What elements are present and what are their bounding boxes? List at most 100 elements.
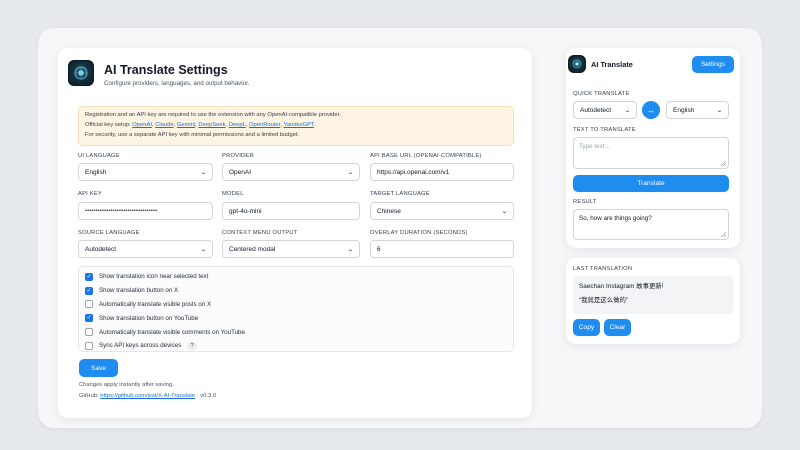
page-subtitle: Configure providers, languages, and outp…	[104, 80, 250, 87]
target-select-value: English	[673, 106, 695, 114]
api-key-notice: Registration and an API key are required…	[78, 106, 514, 146]
checkbox-checked-icon[interactable]: ✓	[85, 286, 93, 295]
option-label: Show translation button on X	[99, 287, 179, 295]
option-sync-keys[interactable]: Sync API keys across devices ?	[85, 339, 507, 353]
checkbox-unchecked-icon[interactable]	[85, 300, 93, 309]
option-auto-youtube[interactable]: Automatically translate visible comments…	[85, 325, 507, 339]
ui-language-select[interactable]: English ⌄	[78, 163, 213, 181]
help-icon[interactable]: ?	[187, 340, 198, 351]
result-text: So, how are things going?	[579, 215, 652, 222]
provider-select[interactable]: OpenAI ⌄	[222, 163, 360, 181]
api-key-value: ••••••••••••••••••••••••••••••••••	[85, 208, 158, 214]
result-label: RESULT	[573, 199, 597, 205]
resize-grip-icon[interactable]	[721, 161, 726, 166]
checkbox-unchecked-icon[interactable]	[85, 328, 93, 337]
context-menu-output-select[interactable]: Centered modal ⌄	[222, 240, 360, 258]
option-label: Show translation icon near selected text	[99, 273, 209, 281]
chevron-down-icon: ⌄	[346, 246, 355, 253]
page-title: AI Translate Settings	[104, 63, 228, 77]
quick-translate-popup: AI Translate Settings QUICK TRANSLATE Au…	[566, 48, 740, 248]
option-label: Automatically translate visible posts on…	[99, 300, 212, 308]
github-link[interactable]: https://github.com/jvst/X-AI-Translate	[100, 393, 195, 399]
link-deepseek[interactable]: DeepSeek	[198, 122, 225, 128]
link-openai[interactable]: OpenAI	[132, 122, 152, 128]
link-claude[interactable]: Claude	[155, 122, 173, 128]
chevron-down-icon: ⌄	[199, 169, 208, 176]
api-base-url-value: https://api.openai.com/v1	[377, 168, 450, 176]
link-deepl[interactable]: DeepL	[229, 122, 246, 128]
app-logo-icon	[68, 60, 94, 86]
source-language-select[interactable]: Autodetect ⌄	[573, 101, 637, 119]
checkbox-unchecked-icon[interactable]	[85, 341, 93, 350]
source-language-select[interactable]: Autodetect ⌄	[78, 240, 213, 258]
notice-links: Official key setup: OpenAI, Claude, Gemi…	[85, 122, 316, 128]
notice-line-1: Registration and an API key are required…	[85, 112, 341, 118]
target-language-select[interactable]: English ⌄	[666, 101, 729, 119]
text-to-translate-input[interactable]: Type text...	[573, 137, 729, 169]
last-line-1: Saechan Instagram 故事更新!	[579, 283, 664, 290]
clear-button[interactable]: Clear	[604, 319, 631, 336]
chevron-down-icon: ⌄	[346, 169, 355, 176]
translate-button[interactable]: Translate	[573, 175, 729, 192]
copy-button[interactable]: Copy	[573, 319, 600, 336]
source-select-value: Autodetect	[580, 106, 612, 114]
link-openrouter[interactable]: OpenRouter	[249, 122, 280, 128]
option-button-youtube[interactable]: ✓ Show translation button on YouTube	[85, 311, 507, 325]
provider-value: OpenAI	[229, 168, 252, 176]
popup-title: AI Translate	[591, 60, 633, 69]
option-auto-x[interactable]: Automatically translate visible posts on…	[85, 298, 507, 312]
save-note: Changes apply instantly after saving.	[79, 382, 174, 388]
notice-links-prefix: Official key setup:	[85, 122, 131, 128]
app-logo-icon	[568, 55, 586, 73]
notice-line-3: For security, use a separate API key wit…	[85, 132, 300, 138]
github-prefix: GitHub:	[79, 393, 99, 399]
overlay-duration-input[interactable]: 6	[370, 240, 514, 258]
source-language-label: SOURCE LANGUAGE	[78, 230, 140, 236]
overlay-duration-label: OVERLAY DURATION (SECONDS)	[370, 230, 468, 236]
option-button-x[interactable]: ✓ Show translation button on X	[85, 284, 507, 298]
last-translation-label: LAST TRANSLATION	[573, 266, 633, 272]
chevron-down-icon: ⌄	[715, 107, 724, 114]
quick-translate-label: QUICK TRANSLATE	[573, 91, 630, 97]
resize-grip-icon[interactable]	[721, 232, 726, 237]
context-menu-output-label: CONTEXT MENU OUTPUT	[222, 230, 298, 236]
provider-label: PROVIDER	[222, 153, 254, 159]
option-label: Show translation button on YouTube	[99, 314, 199, 322]
target-language-select[interactable]: Chinese ⌄	[370, 202, 514, 220]
result-output[interactable]: So, how are things going?	[573, 209, 729, 240]
version-label: · v0.3.0	[196, 393, 217, 399]
ui-language-value: English	[85, 168, 107, 176]
last-translation-box: Saechan Instagram 故事更新! “我就是这么做的”	[573, 276, 733, 314]
link-gemini[interactable]: Gemini	[177, 122, 195, 128]
settings-panel: AI Translate Settings Configure provider…	[58, 48, 532, 418]
api-key-input[interactable]: ••••••••••••••••••••••••••••••••••	[78, 202, 213, 220]
last-line-2: “我就是这么做的”	[579, 297, 628, 304]
source-language-value: Autodetect	[85, 245, 117, 253]
model-label: MODEL	[222, 191, 244, 197]
model-input[interactable]: gpt-4o-mini	[222, 202, 360, 220]
option-label: Automatically translate visible comments…	[99, 328, 245, 336]
options-checklist: ✓ Show translation icon near selected te…	[78, 266, 514, 352]
overlay-duration-value: 6	[377, 245, 381, 253]
target-language-label: TARGET LANGUAGE	[370, 191, 430, 197]
last-translation-panel: LAST TRANSLATION Saechan Instagram 故事更新!…	[566, 258, 740, 344]
settings-button[interactable]: Settings	[692, 56, 734, 73]
chevron-down-icon: ⌄	[199, 246, 208, 253]
context-menu-output-value: Centered modal	[229, 245, 276, 253]
option-label: Sync API keys across devices	[99, 342, 182, 350]
option-show-icon[interactable]: ✓ Show translation icon near selected te…	[85, 270, 507, 284]
checkbox-checked-icon[interactable]: ✓	[85, 314, 93, 323]
link-yandexgpt[interactable]: YandexGPT	[283, 122, 314, 128]
chevron-down-icon: ⌄	[500, 208, 509, 215]
model-value: gpt-4o-mini	[229, 207, 262, 215]
text-placeholder: Type text...	[579, 143, 610, 150]
checkbox-checked-icon[interactable]: ✓	[85, 272, 93, 281]
save-button[interactable]: Save	[79, 359, 118, 377]
api-base-url-label: API BASE URL (OPENAI-COMPATIBLE)	[370, 153, 482, 159]
github-footer: GitHub: https://github.com/jvst/X-AI-Tra…	[79, 393, 216, 399]
ui-language-label: UI LANGUAGE	[78, 153, 120, 159]
swap-languages-icon[interactable]: ↔	[642, 101, 660, 119]
chevron-down-icon: ⌄	[623, 107, 632, 114]
api-base-url-input[interactable]: https://api.openai.com/v1	[370, 163, 514, 181]
api-key-label: API KEY	[78, 191, 102, 197]
